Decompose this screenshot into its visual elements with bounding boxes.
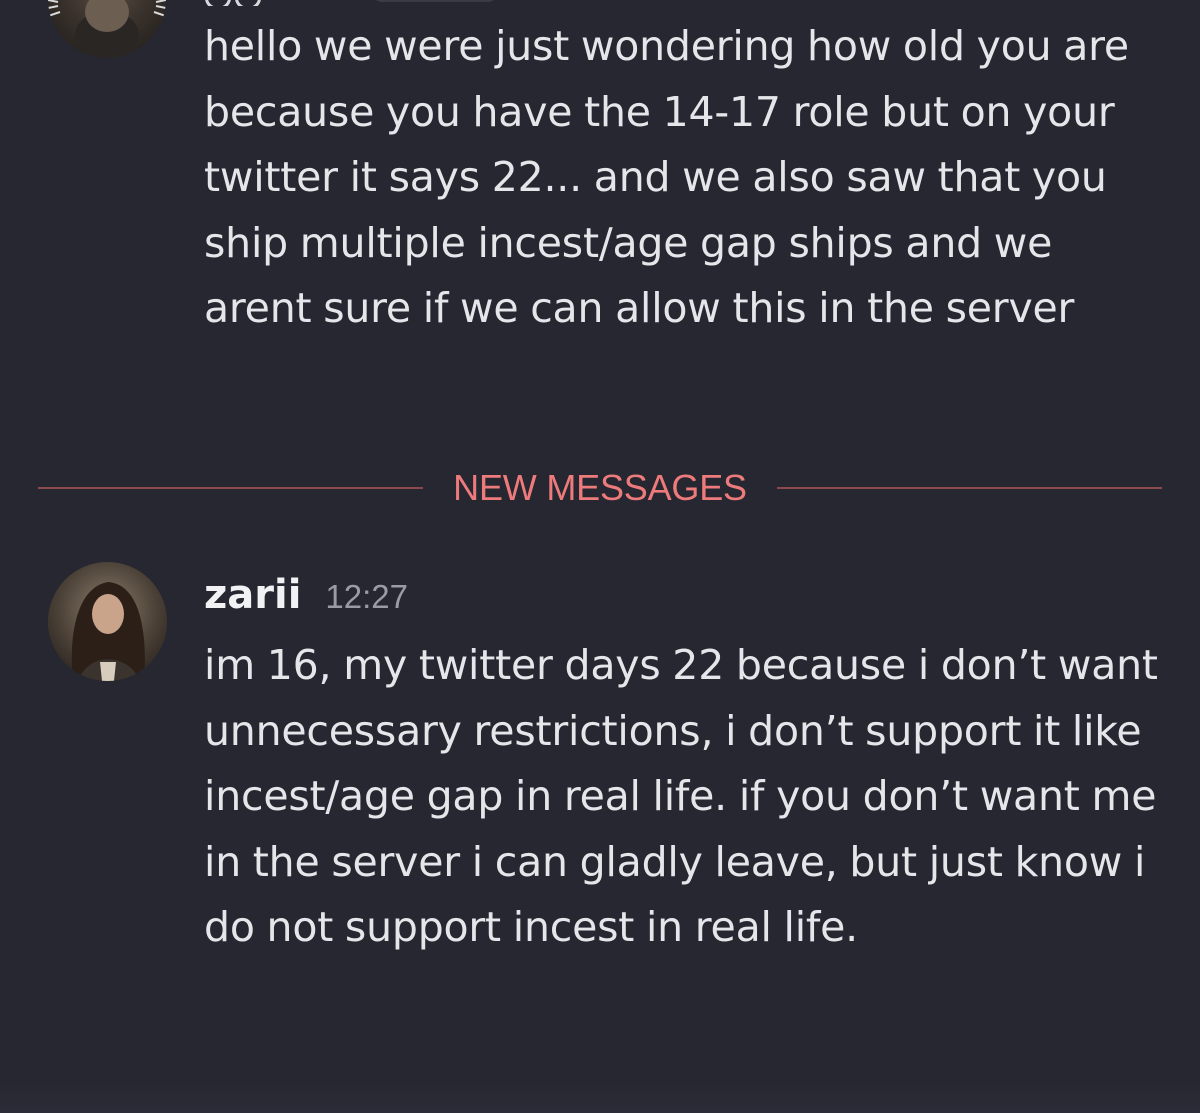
avatar-photo-icon xyxy=(48,562,167,681)
previous-author-tag xyxy=(372,0,498,2)
previous-message-text: hello we were just wondering how old you… xyxy=(204,22,1129,332)
author-avatar[interactable] xyxy=(48,562,167,681)
new-messages-label: NEW MESSAGES xyxy=(453,467,747,508)
chat-screen: hello we were just wondering how old you… xyxy=(0,0,1200,1113)
previous-author-name-fragment xyxy=(205,0,275,6)
divider-line-right xyxy=(776,487,1162,489)
new-messages-divider: NEW MESSAGES xyxy=(38,462,1162,514)
message-header: zarii 12:27 xyxy=(204,572,408,628)
previous-author-avatar[interactable] xyxy=(48,0,166,58)
message-timestamp: 12:27 xyxy=(325,578,409,615)
author-name[interactable]: zarii xyxy=(204,572,301,618)
divider-line-left xyxy=(38,487,424,489)
avatar-image-icon xyxy=(48,0,166,58)
bottom-fade xyxy=(0,1083,1200,1113)
message-text: im 16, my twitter days 22 because i don’… xyxy=(204,641,1158,951)
